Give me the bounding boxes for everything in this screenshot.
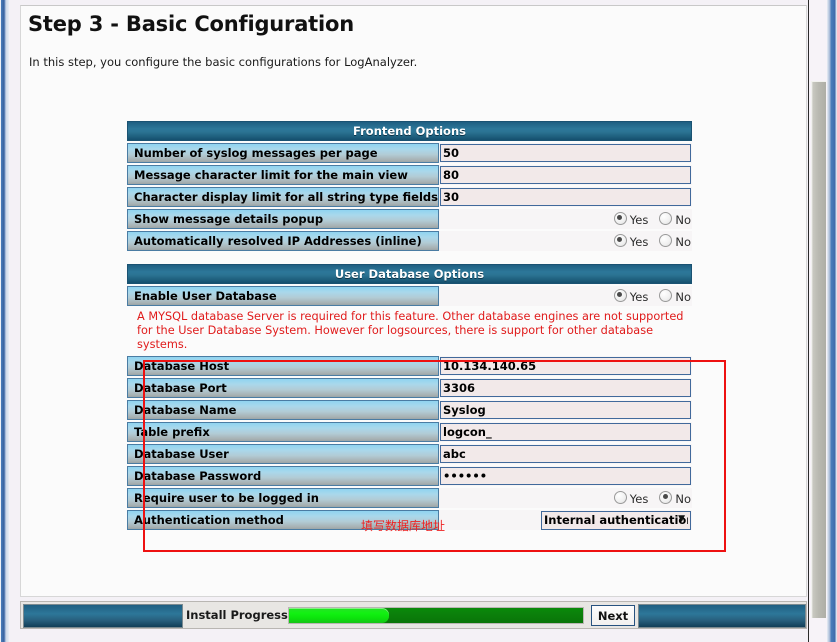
browser-scrollbar-thumb[interactable] <box>811 81 826 618</box>
input-messages-per-page[interactable] <box>440 144 691 162</box>
table-row: Database Name <box>127 400 692 420</box>
radio-label-no: No <box>675 491 691 506</box>
input-database-host[interactable] <box>440 357 691 375</box>
page-title: Step 3 - Basic Configuration <box>28 12 354 36</box>
table-row: Require user to be logged in Yes No <box>127 488 692 508</box>
footer-decor-right <box>638 604 806 628</box>
label-database-host: Database Host <box>127 356 439 376</box>
radio-label-yes: Yes <box>629 289 649 304</box>
label-database-name: Database Name <box>127 400 439 420</box>
section-gap <box>127 253 692 262</box>
table-row: Number of syslog messages per page <box>127 143 692 163</box>
value-cell <box>439 444 692 464</box>
section-header-frontend: Frontend Options <box>127 121 692 141</box>
radio-label-yes: Yes <box>629 212 649 227</box>
radio-yes-auto-resolve-ip[interactable] <box>613 233 627 247</box>
browser-viewport: Step 3 - Basic Configuration In this ste… <box>0 0 837 642</box>
value-cell <box>439 378 692 398</box>
section-header-userdb: User Database Options <box>127 264 692 284</box>
table-row: Enable User Database Yes No <box>127 286 692 306</box>
section-header-userdb-row: User Database Options <box>127 264 692 284</box>
label-messages-per-page: Number of syslog messages per page <box>127 143 439 163</box>
input-string-char-limit[interactable] <box>440 188 691 206</box>
radio-no-require-login[interactable] <box>659 490 673 504</box>
label-database-user: Database User <box>127 444 439 464</box>
label-require-login: Require user to be logged in <box>127 488 439 508</box>
annotation-note: 填写数据库地址 <box>361 519 446 533</box>
page-subtitle: In this step, you configure the basic co… <box>29 55 418 69</box>
table-row: Character display limit for all string t… <box>127 187 692 207</box>
install-progress-bar <box>288 607 584 624</box>
radio-yes-show-details-popup[interactable] <box>613 211 627 225</box>
label-table-prefix: Table prefix <box>127 422 439 442</box>
table-row: Database User <box>127 444 692 464</box>
table-row: Message character limit for the main vie… <box>127 165 692 185</box>
value-cell <box>439 143 692 163</box>
input-database-name[interactable] <box>440 401 691 419</box>
table-row: Show message details popup Yes No <box>127 209 692 229</box>
radio-label-no: No <box>675 289 691 304</box>
value-cell <box>439 422 692 442</box>
radio-no-auto-resolve-ip[interactable] <box>659 233 673 247</box>
radio-yes-require-login[interactable] <box>613 490 627 504</box>
label-show-details-popup: Show message details popup <box>127 209 439 229</box>
label-database-port: Database Port <box>127 378 439 398</box>
installer-page: Step 3 - Basic Configuration In this ste… <box>20 5 807 597</box>
label-message-char-limit: Message character limit for the main vie… <box>127 165 439 185</box>
value-cell <box>439 466 692 486</box>
input-database-user[interactable] <box>440 445 691 463</box>
authentication-method-dropdown-wrap: Internal authentication ▼ <box>541 510 691 530</box>
radio-group-auto-resolve-ip: Yes No <box>439 231 692 251</box>
radio-group-show-details-popup: Yes No <box>439 209 692 229</box>
value-cell <box>439 356 692 376</box>
next-button[interactable]: Next <box>591 605 635 626</box>
table-row: Automatically resolved IP Addresses (inl… <box>127 231 692 251</box>
radio-no-enable-user-database[interactable] <box>659 288 673 302</box>
radio-label-no: No <box>675 212 691 227</box>
input-database-password[interactable] <box>440 467 691 485</box>
install-progress-label: Install Progress: <box>186 608 293 622</box>
radio-label-no: No <box>675 234 691 249</box>
radio-label-yes: Yes <box>629 491 649 506</box>
table-row: Database Port <box>127 378 692 398</box>
radio-label-yes: Yes <box>629 234 649 249</box>
label-enable-user-database: Enable User Database <box>127 286 439 306</box>
radio-group-require-login: Yes No <box>439 488 692 508</box>
label-database-password: Database Password <box>127 466 439 486</box>
input-database-port[interactable] <box>440 379 691 397</box>
select-authentication-method[interactable]: Internal authentication <box>541 510 691 530</box>
install-progress-fill <box>289 608 389 623</box>
value-cell: Internal authentication ▼ <box>439 510 692 530</box>
label-string-char-limit: Character display limit for all string t… <box>127 187 439 207</box>
mysql-warning-row: A MYSQL database Server is required for … <box>127 308 692 354</box>
installer-footer: Install Progress: Next <box>20 601 807 629</box>
value-cell <box>439 400 692 420</box>
browser-left-border <box>0 0 9 642</box>
input-table-prefix[interactable] <box>440 423 691 441</box>
value-cell <box>439 187 692 207</box>
radio-group-enable-user-database: Yes No <box>439 286 692 306</box>
section-header-frontend-row: Frontend Options <box>127 121 692 141</box>
browser-right-border <box>827 0 837 642</box>
input-message-char-limit[interactable] <box>440 166 691 184</box>
table-row: Database Host <box>127 356 692 376</box>
configuration-table: Frontend Options Number of syslog messag… <box>127 119 692 532</box>
radio-yes-enable-user-database[interactable] <box>613 288 627 302</box>
footer-decor-left <box>23 604 183 628</box>
table-row: Table prefix <box>127 422 692 442</box>
radio-no-show-details-popup[interactable] <box>659 211 673 225</box>
mysql-warning-text: A MYSQL database Server is required for … <box>127 308 692 354</box>
value-cell <box>439 165 692 185</box>
table-row: Database Password <box>127 466 692 486</box>
label-auto-resolve-ip: Automatically resolved IP Addresses (inl… <box>127 231 439 251</box>
